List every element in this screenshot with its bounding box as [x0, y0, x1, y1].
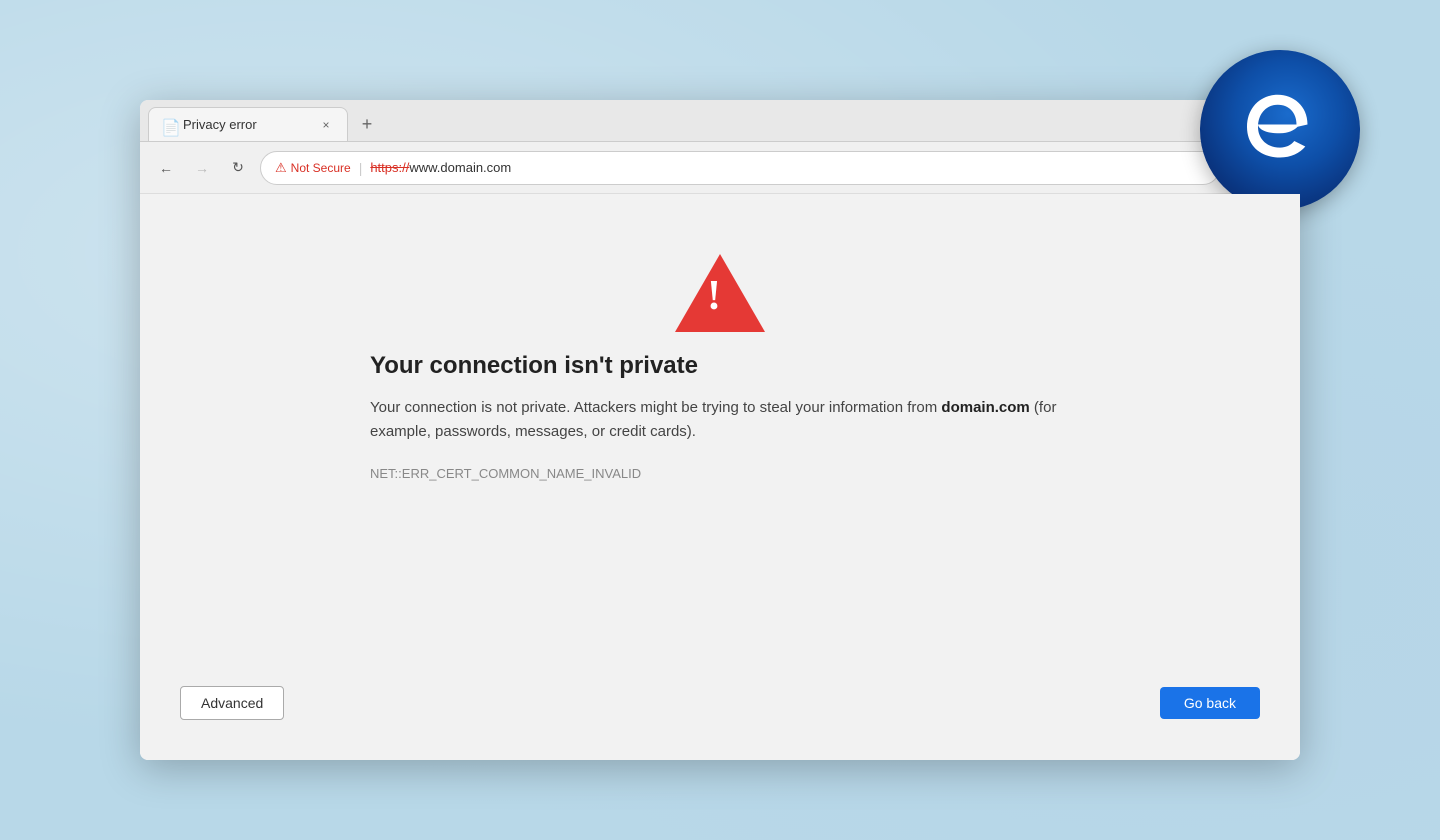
warning-triangle-icon [675, 254, 765, 332]
tab-close-button[interactable]: × [317, 116, 335, 134]
page-content: Your connection isn't private Your conne… [140, 194, 1300, 760]
not-secure-badge: ⚠ Not Secure [275, 160, 351, 176]
address-input[interactable]: ⚠ Not Secure | https://www.domain.com [260, 151, 1220, 185]
active-tab[interactable]: 📄 Privacy error × [148, 107, 348, 141]
refresh-button[interactable]: ↻ [224, 154, 252, 182]
separator: | [359, 160, 363, 176]
address-bar: ← → ↻ ⚠ Not Secure | https://www.domain.… [140, 142, 1300, 194]
forward-button[interactable]: → [188, 154, 216, 182]
tab-page-icon: 📄 [161, 118, 175, 132]
edge-logo [1200, 50, 1360, 210]
browser-window: 📄 Privacy error × + ← → ↻ ⚠ Not Secure |… [140, 100, 1300, 760]
domain-name: domain.com [941, 399, 1029, 416]
url-display: https://www.domain.com [370, 160, 511, 175]
error-description: Your connection is not private. Attacker… [370, 396, 1070, 444]
warning-icon: ⚠ [275, 160, 287, 176]
page-footer: Advanced Go back [140, 686, 1300, 720]
advanced-button[interactable]: Advanced [180, 686, 284, 720]
error-heading: Your connection isn't private [370, 352, 698, 380]
error-container: Your connection isn't private Your conne… [370, 254, 1070, 481]
back-button[interactable]: ← [152, 154, 180, 182]
error-code: NET::ERR_CERT_COMMON_NAME_INVALID [370, 466, 641, 481]
go-back-button[interactable]: Go back [1160, 687, 1260, 719]
new-tab-button[interactable]: + [352, 109, 382, 139]
tab-bar: 📄 Privacy error × + [140, 100, 1300, 142]
url-https: https:// [370, 160, 409, 175]
warning-icon-wrap [675, 254, 765, 332]
url-rest: www.domain.com [409, 160, 511, 175]
tab-title: Privacy error [183, 117, 309, 132]
not-secure-label: Not Secure [291, 161, 351, 175]
description-prefix: Your connection is not private. Attacker… [370, 399, 941, 416]
